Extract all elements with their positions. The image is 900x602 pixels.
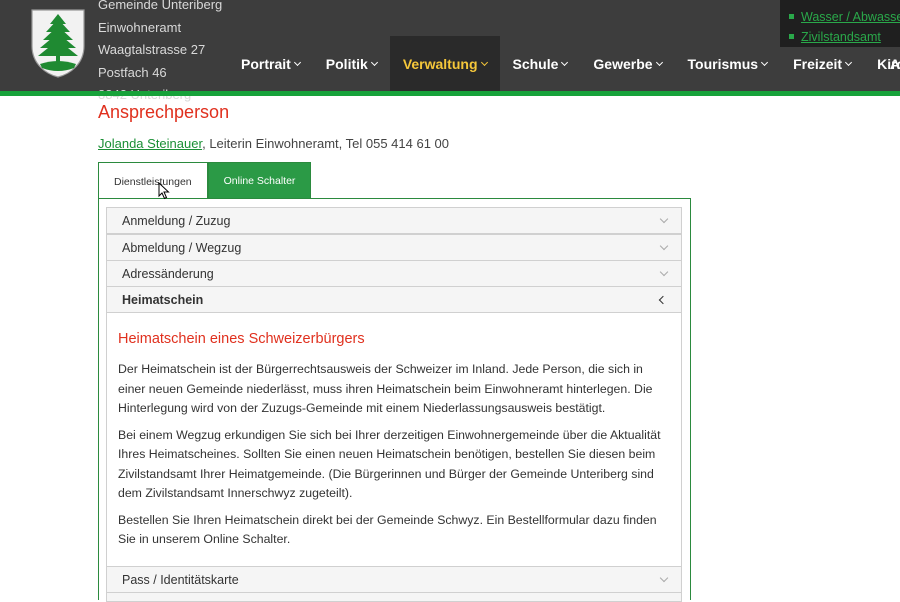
nav-label: Politik [325,55,368,72]
quicklink-zivilstandsamt[interactable]: Zivilstandsamt [801,30,881,44]
accordion-item-next[interactable] [106,592,682,602]
accordion-label: Anmeldung / Zuzug [122,213,231,228]
accordion-label: Pass / Identitätskarte [122,572,239,587]
chevron-left-icon [658,295,668,305]
nav-item-portrait[interactable]: Portrait [228,36,313,91]
nav-label: Gewerbe [593,55,653,72]
contact-details: , Leiterin Einwohneramt, Tel 055 414 61 … [202,136,450,151]
accordion-label: Adressänderung [122,266,214,281]
nav-item-schule[interactable]: Schule [500,36,581,91]
accordion-label: Abmeldung / Wegzug [122,240,242,255]
contact-line: Jolanda Steinauer, Leiterin Einwohneramt… [98,136,449,151]
accordion-item-adressaenderung[interactable]: Adressänderung [106,260,682,287]
nav-label: Freizeit [793,55,843,72]
nav-item-politik[interactable]: Politik [313,36,390,91]
address-line: Waagtalstrasse 27 [98,42,206,57]
accordion-item-pass[interactable]: Pass / Identitätskarte [106,566,682,593]
content-paragraph: Der Heimatschein ist der Bürgerrechtsaus… [118,362,653,415]
chevron-down-icon [293,58,301,66]
chevron-down-icon [845,58,853,66]
accordion-item-abmeldung[interactable]: Abmeldung / Wegzug [106,234,682,261]
section-title: Ansprechperson [98,102,230,122]
chevron-down-icon [659,573,669,583]
quicklink-item: . [780,0,900,7]
nav-item-verwaltung[interactable]: Verwaltung [389,36,500,91]
contact-person-link[interactable]: Jolanda Steinauer [98,136,202,151]
nav-label: Schule [512,55,559,72]
quicklink-item[interactable]: Wasser / Abwasser [780,7,900,27]
tab-dienstleistungen[interactable]: Dienstleistungen [98,162,208,200]
nav-label: Portrait [241,55,291,72]
address-line: Gemeinde Unteriberg [98,0,223,12]
mouse-pointer-icon [158,182,170,200]
nav-item-gewerbe[interactable]: Gewerbe [580,36,674,91]
municipality-crest-icon[interactable] [30,8,86,78]
accordion-content-heimatschein: Heimatschein eines Schweizerbürgers Der … [106,313,682,566]
accordion-item-anmeldung[interactable]: Anmeldung / Zuzug [106,207,682,234]
chevron-down-icon [659,214,669,224]
header-divider [0,91,900,96]
nav-label: Tourismus [687,55,759,72]
content-paragraph: Bei einem Wegzug erkundigen Sie sich bei… [118,427,661,501]
nav-item-tourismus[interactable]: Tourismus [675,36,781,91]
quicklink-wasser[interactable]: Wasser / Abwasser [801,10,900,24]
accordion-label: Heimatschein [122,292,204,307]
chevron-down-icon [655,58,663,66]
quicklinks-dropdown: . Wasser / Abwasser Zivilstandsamt [780,0,900,47]
site-header: Gemeinde Unteriberg Einwohneramt Waagtal… [0,0,900,102]
chevron-down-icon [561,58,569,66]
quicklink-item[interactable]: Zivilstandsamt [780,27,900,47]
chevron-down-icon [370,58,378,66]
address-line: Einwohneramt [98,19,182,35]
address-line: Postfach 46 [98,64,167,80]
chevron-down-icon [761,58,769,66]
chevron-down-icon [480,58,488,66]
nav-label: Verwaltung [402,55,478,72]
content-heading: Heimatschein eines Schweizerbürgers [118,331,365,347]
tab-bar: Dienstleistungen Online Schalter [98,162,312,200]
content-paragraph: Bestellen Sie Ihren Heimatschein direkt … [118,512,657,547]
chevron-down-icon [659,241,669,251]
chevron-down-icon [659,267,669,277]
tab-online-schalter[interactable]: Online Schalter [207,162,312,199]
accordion-item-heimatschein[interactable]: Heimatschein [106,286,682,313]
